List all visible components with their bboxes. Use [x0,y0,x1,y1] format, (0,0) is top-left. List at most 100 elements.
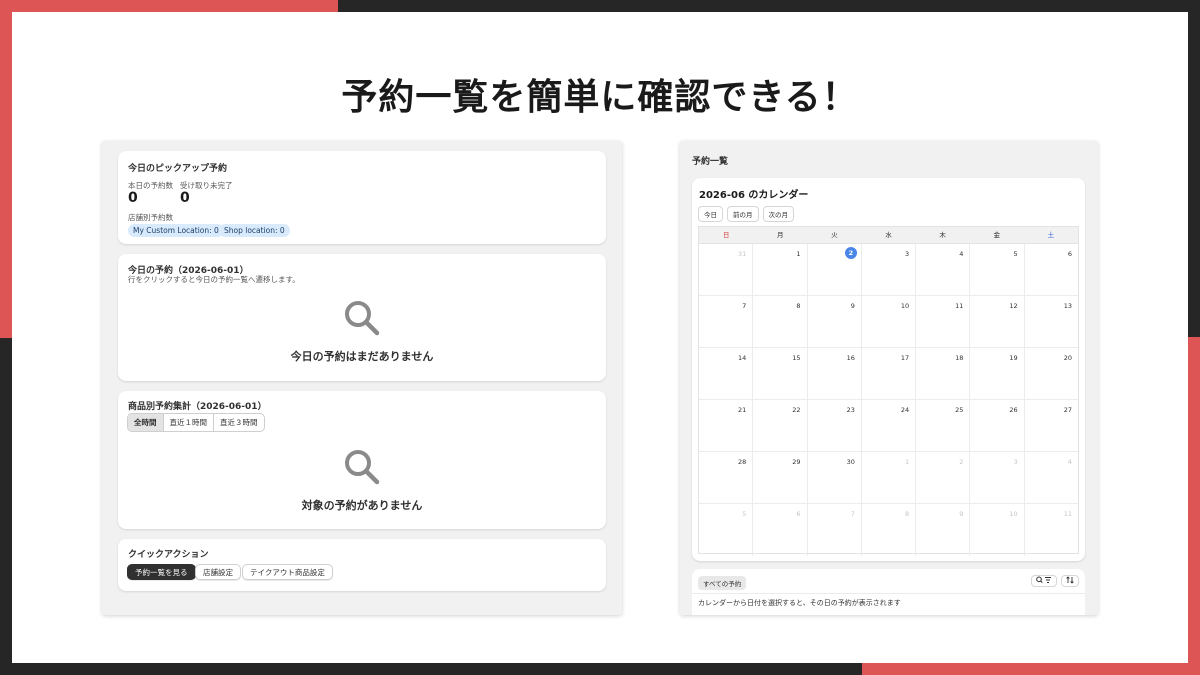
calendar-day-cell[interactable]: 22 [753,400,808,451]
calendar-day-cell[interactable]: 5 [699,504,754,556]
calendar-day-cell[interactable]: 21 [699,400,754,451]
calendar-day-cell[interactable]: 3 [862,244,917,295]
calendar-day-number: 5 [1013,250,1018,258]
calendar-day-cell[interactable]: 31 [699,244,754,295]
calendar-day-cell[interactable]: 24 [862,400,917,451]
calendar-day-cell[interactable]: 13 [1025,296,1078,347]
calendar-day-cell[interactable]: 10 [862,296,917,347]
dashboard-panel: 今日のピックアップ予約 本日の予約数 0 受け取り未完了 0 店舗別予約数 My… [102,141,622,615]
calendar-day-number: 9 [959,510,964,518]
calendar-day-number: 29 [792,458,801,466]
calendar-day-cell[interactable]: 11 [916,296,971,347]
calendar-day-number: 23 [846,406,855,414]
calendar-day-number: 4 [1067,458,1072,466]
calendar-week-row: 7 8 9 10 11 12 13 [699,296,1078,348]
calendar-day-cell[interactable]: 29 [753,452,808,503]
calendar-day-cell[interactable]: 23 [808,400,862,451]
pickup-card-title: 今日のピックアップ予約 [128,164,228,174]
sort-button[interactable] [1061,575,1079,587]
pickup-summary-card: 今日のピックアップ予約 本日の予約数 0 受け取り未完了 0 店舗別予約数 My… [118,151,606,244]
calendar-day-number: 1 [796,250,801,258]
calendar-day-number: 25 [955,406,964,414]
calendar-day-cell[interactable]: 8 [753,296,808,347]
calendar-day-cell[interactable]: 7 [808,504,862,556]
calendar-title: 2026-06 のカレンダー [699,190,809,201]
reservation-list-panel: 予約一覧 2026-06 のカレンダー 今日 前の月 次の月 日 月 火 水 木… [680,141,1098,615]
calendar-day-cell[interactable]: 10 [970,504,1025,556]
calendar-day-number: 30 [846,458,855,466]
calendar-day-cell[interactable]: 1 [753,244,808,295]
calendar-day-number: 6 [796,510,801,518]
search-icon [345,301,380,336]
prev-month-button[interactable]: 前の月 [727,206,759,222]
calendar-day-number: 21 [738,406,747,414]
calendar-day-cell[interactable]: 12 [970,296,1025,347]
headline: 予約一覧を簡単に確認できる！ [341,77,859,118]
calendar-day-number: 1 [904,458,910,466]
reservation-list: すべての予約 カレンダーから日付を選択すると、その日の予約が表示されます [692,569,1085,615]
calendar-day-number: 8 [904,510,910,518]
calendar-day-cell[interactable]: 4 [1025,452,1078,503]
calendar-week-row: 5 6 7 8 9 10 11 [699,504,1078,556]
calendar-card: 2026-06 のカレンダー 今日 前の月 次の月 日 月 火 水 木 金 土 … [692,178,1085,561]
calendar-day-number: 10 [900,302,910,310]
calendar-day-cell[interactable]: 9 [808,296,862,347]
view-reservations-button[interactable]: 予約一覧を見る [127,564,196,580]
calendar-day-cell[interactable]: 14 [699,348,754,399]
calendar-day-number: 18 [955,354,964,362]
calendar-day-cell[interactable]: 20 [1025,348,1078,399]
search-filter-button[interactable] [1031,575,1057,587]
weekday-label: 土 [1047,231,1055,239]
weekday-header: 日 月 火 水 木 金 土 [699,227,1078,244]
time-filter-tabs: 全時間 直近１時間 直近３時間 [127,413,265,432]
tab-all-time[interactable]: 全時間 [128,414,164,431]
calendar-day-cell[interactable]: 15 [753,348,808,399]
calendar-day-number: 27 [1063,406,1072,414]
calendar-day-number: 11 [955,302,964,310]
next-month-button[interactable]: 次の月 [762,206,794,222]
calendar-day-cell[interactable]: 2 [916,452,971,503]
location-badge: Shop location: 0 [219,224,290,237]
calendar-day-cell[interactable]: 19 [970,348,1025,399]
today-button[interactable]: 今日 [698,206,723,222]
calendar-day-number: 2 [959,458,964,466]
tab-last-3-hours[interactable]: 直近３時間 [214,414,264,431]
calendar-day-cell[interactable]: 18 [916,348,971,399]
calendar-day-number: 14 [738,354,747,362]
calendar-day-number: 26 [1009,406,1018,414]
calendar-day-cell[interactable]: 28 [699,452,754,503]
calendar-day-cell[interactable]: 8 [862,504,917,556]
calendar-day-cell[interactable]: 6 [753,504,808,556]
takeout-product-settings-button[interactable]: テイクアウト商品設定 [242,564,333,580]
calendar-day-number: 31 [738,250,747,258]
today-count-value: 0 [128,190,138,206]
calendar-day-number: 17 [900,354,910,362]
calendar-day-cell[interactable]: 30 [808,452,862,503]
tab-last-1-hour[interactable]: 直近１時間 [164,414,214,431]
quick-actions-card: クイックアクション 予約一覧を見る 店舗設定 テイクアウト商品設定 [118,539,606,591]
calendar-week-row: 28 29 30 1 2 3 4 [699,452,1078,504]
calendar-day-cell[interactable]: 2 [808,244,862,295]
calendar-day-number: 15 [792,354,801,362]
calendar-day-cell[interactable]: 11 [1025,504,1078,556]
quick-actions-title: クイックアクション [128,550,209,560]
calendar-day-cell[interactable]: 16 [808,348,862,399]
today-reservations-card[interactable]: 今日の予約（2026-06-01） 行をクリックすると今日の予約一覧へ遷移します… [118,254,606,381]
calendar-day-cell[interactable]: 1 [862,452,917,503]
calendar-day-cell[interactable]: 3 [970,452,1025,503]
calendar-day-cell[interactable]: 25 [916,400,971,451]
calendar-day-cell[interactable]: 4 [916,244,971,295]
tab-all-reservations[interactable]: すべての予約 [698,576,747,590]
calendar-day-cell[interactable]: 27 [1025,400,1078,451]
calendar-day-cell[interactable]: 17 [862,348,917,399]
calendar-day-number: 19 [1009,354,1018,362]
calendar-day-cell[interactable]: 5 [970,244,1025,295]
calendar-day-number: 7 [850,510,855,518]
calendar-day-cell[interactable]: 6 [1025,244,1078,295]
calendar-day-number: 20 [1063,354,1072,362]
calendar-day-cell[interactable]: 7 [699,296,754,347]
store-settings-button[interactable]: 店舗設定 [195,564,241,580]
search-icon [345,450,380,485]
calendar-day-cell[interactable]: 9 [916,504,971,556]
calendar-day-cell[interactable]: 26 [970,400,1025,451]
